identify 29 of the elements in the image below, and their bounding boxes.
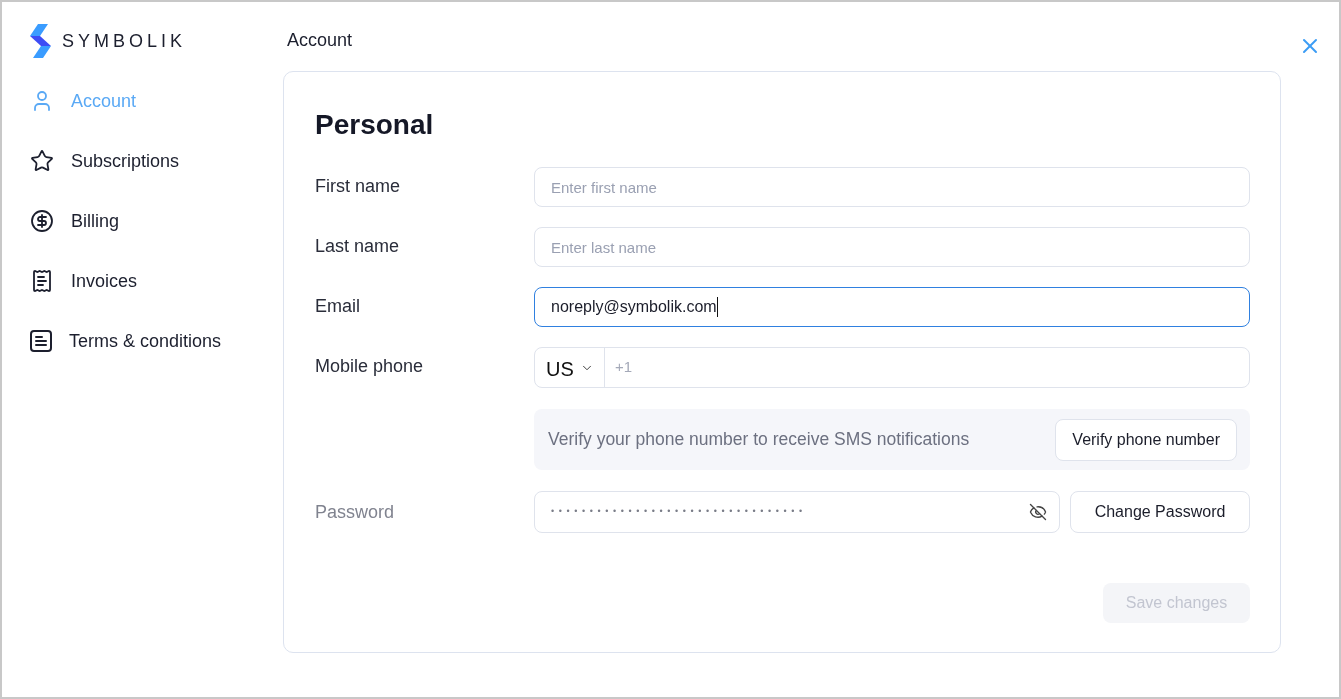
sidebar-item[interactable]: Billing xyxy=(30,203,120,239)
brand-name: SYMBOLIK xyxy=(62,29,187,53)
input-field[interactable]: Enter first name xyxy=(534,167,1250,207)
dollar-coin-icon xyxy=(30,209,54,233)
logo-icon xyxy=(30,24,51,58)
change-password-button[interactable]: Change Password xyxy=(1070,491,1250,533)
phone-number-input[interactable]: +1 xyxy=(605,348,1249,387)
field-label: Mobile phone xyxy=(315,356,424,376)
verify-phone-button[interactable]: Verify phone number xyxy=(1055,418,1237,461)
country-select[interactable]: US xyxy=(535,348,605,387)
password-field[interactable]: ••••••••••••••••••••••••••••••••• xyxy=(534,491,1060,533)
receipt-icon xyxy=(30,269,54,293)
phone-field[interactable]: US +1 xyxy=(534,347,1250,388)
eye-off-icon xyxy=(1029,503,1047,521)
verify-message: Verify your phone number to receive SMS notifications xyxy=(548,428,970,452)
section-title: Personal xyxy=(315,108,434,142)
sidebar-item[interactable]: Invoices xyxy=(30,263,138,299)
page-title: Account xyxy=(286,29,354,51)
text-cursor-icon xyxy=(716,297,718,317)
star-icon xyxy=(30,149,54,173)
field-label: Email xyxy=(315,295,360,316)
sidebar-item[interactable]: Subscriptions xyxy=(30,143,180,179)
field-label: Last name xyxy=(315,235,400,256)
input-field[interactable]: noreply@symbolik.com xyxy=(534,287,1250,327)
sidebar-item[interactable]: Terms & conditions xyxy=(30,323,222,359)
document-icon xyxy=(30,330,52,352)
field-label: First name xyxy=(315,175,401,196)
input-field[interactable]: Enter last name xyxy=(534,227,1250,267)
field-label: Password xyxy=(315,501,395,522)
